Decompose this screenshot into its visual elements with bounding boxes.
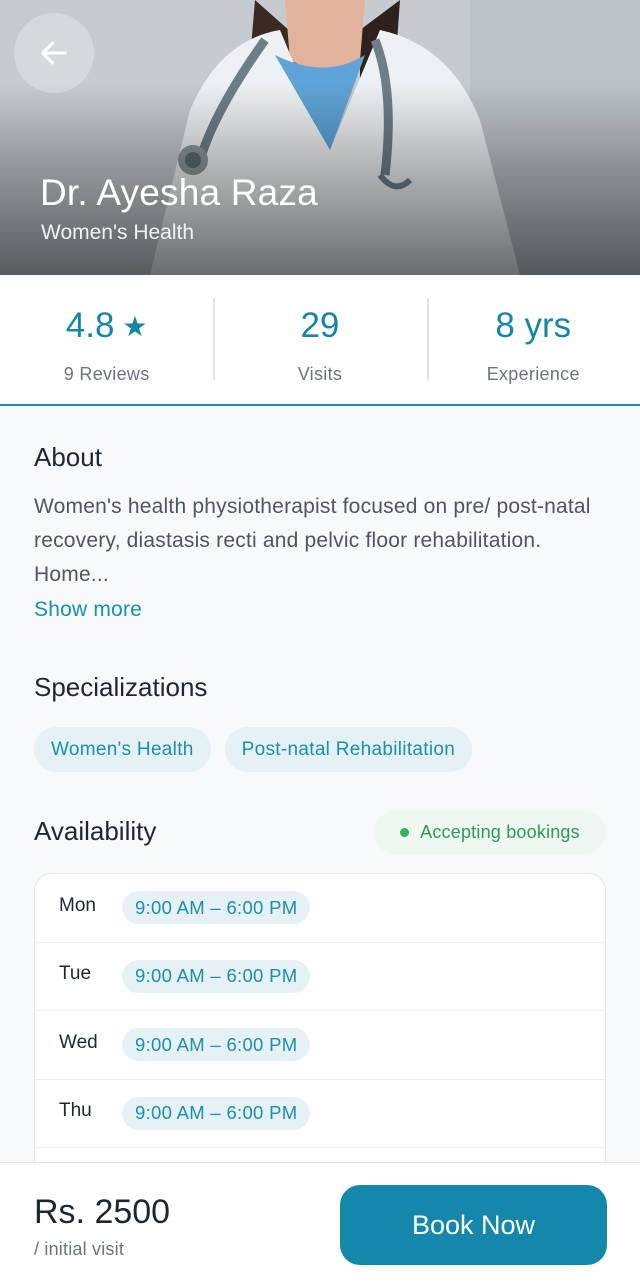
schedule-hours: 9:00 AM – 6:00 PM — [122, 1028, 311, 1062]
schedule-day: Wed — [59, 1031, 98, 1053]
stats-bar: 4.8 ★ 9 Reviews 29 Visits 8 yrs Experien… — [0, 275, 640, 406]
doctor-specialty: Women's Health — [41, 221, 195, 244]
specializations-title: Specializations — [34, 672, 208, 702]
about-title: About — [34, 442, 102, 472]
booking-status-label: Accepting bookings — [420, 822, 580, 842]
stat-visits: 29 Visits — [213, 275, 426, 404]
schedule-day: Tue — [59, 963, 92, 985]
stat-experience-label: Experience — [486, 364, 580, 384]
specialization-chip: Post-natal Rehabilitation — [224, 727, 473, 772]
booking-bar: Rs. 2500 / initial visit Book Now — [0, 1162, 640, 1284]
price: Rs. 2500 — [34, 1193, 171, 1231]
booking-status-badge: Accepting bookings — [374, 811, 606, 854]
schedule-day: Thu — [59, 1100, 92, 1122]
stat-rating-value-row: 4.8 ★ — [66, 305, 148, 347]
stat-rating-label: 9 Reviews — [63, 364, 150, 384]
stat-experience: 8 yrs Experience — [426, 275, 640, 404]
schedule-hours: 9:00 AM – 6:00 PM — [122, 891, 311, 925]
stat-experience-value: 8 yrs — [495, 306, 572, 345]
schedule-row: Mon 9:00 AM – 6:00 PM — [35, 874, 605, 943]
status-dot-icon — [400, 828, 410, 837]
schedule-row: Thu 9:00 AM – 6:00 PM — [35, 1080, 605, 1148]
schedule-hours: 9:00 AM – 6:00 PM — [122, 1096, 311, 1130]
show-more-link[interactable]: Show more — [34, 598, 142, 622]
schedule-row: Tue 9:00 AM – 6:00 PM — [35, 943, 605, 1011]
specialization-chip: Women's Health — [34, 727, 211, 772]
book-now-button[interactable]: Book Now — [340, 1185, 607, 1265]
stat-rating-value: 4.8 — [65, 306, 115, 345]
back-button[interactable] — [14, 13, 94, 93]
doctor-hero: Dr. Ayesha Raza Women's Health — [0, 0, 640, 275]
doctor-name: Dr. Ayesha Raza — [40, 172, 318, 213]
stat-visits-value: 29 — [300, 306, 340, 345]
specializations-list: Women's Health Post-natal Rehabilitation — [34, 727, 473, 772]
price-note: / initial visit — [34, 1239, 125, 1259]
stat-visits-label: Visits — [297, 364, 343, 384]
availability-schedule: Mon 9:00 AM – 6:00 PM Tue 9:00 AM – 6:00… — [34, 873, 606, 1193]
schedule-row: Wed 9:00 AM – 6:00 PM — [35, 1011, 605, 1080]
stat-rating: 4.8 ★ 9 Reviews — [0, 275, 213, 404]
star-icon: ★ — [122, 310, 148, 342]
about-text: Women's health physiotherapist focused o… — [34, 495, 591, 586]
schedule-hours: 9:00 AM – 6:00 PM — [122, 959, 311, 993]
availability-title: Availability — [34, 816, 157, 846]
schedule-day: Mon — [59, 894, 96, 916]
arrow-left-icon — [41, 41, 67, 65]
